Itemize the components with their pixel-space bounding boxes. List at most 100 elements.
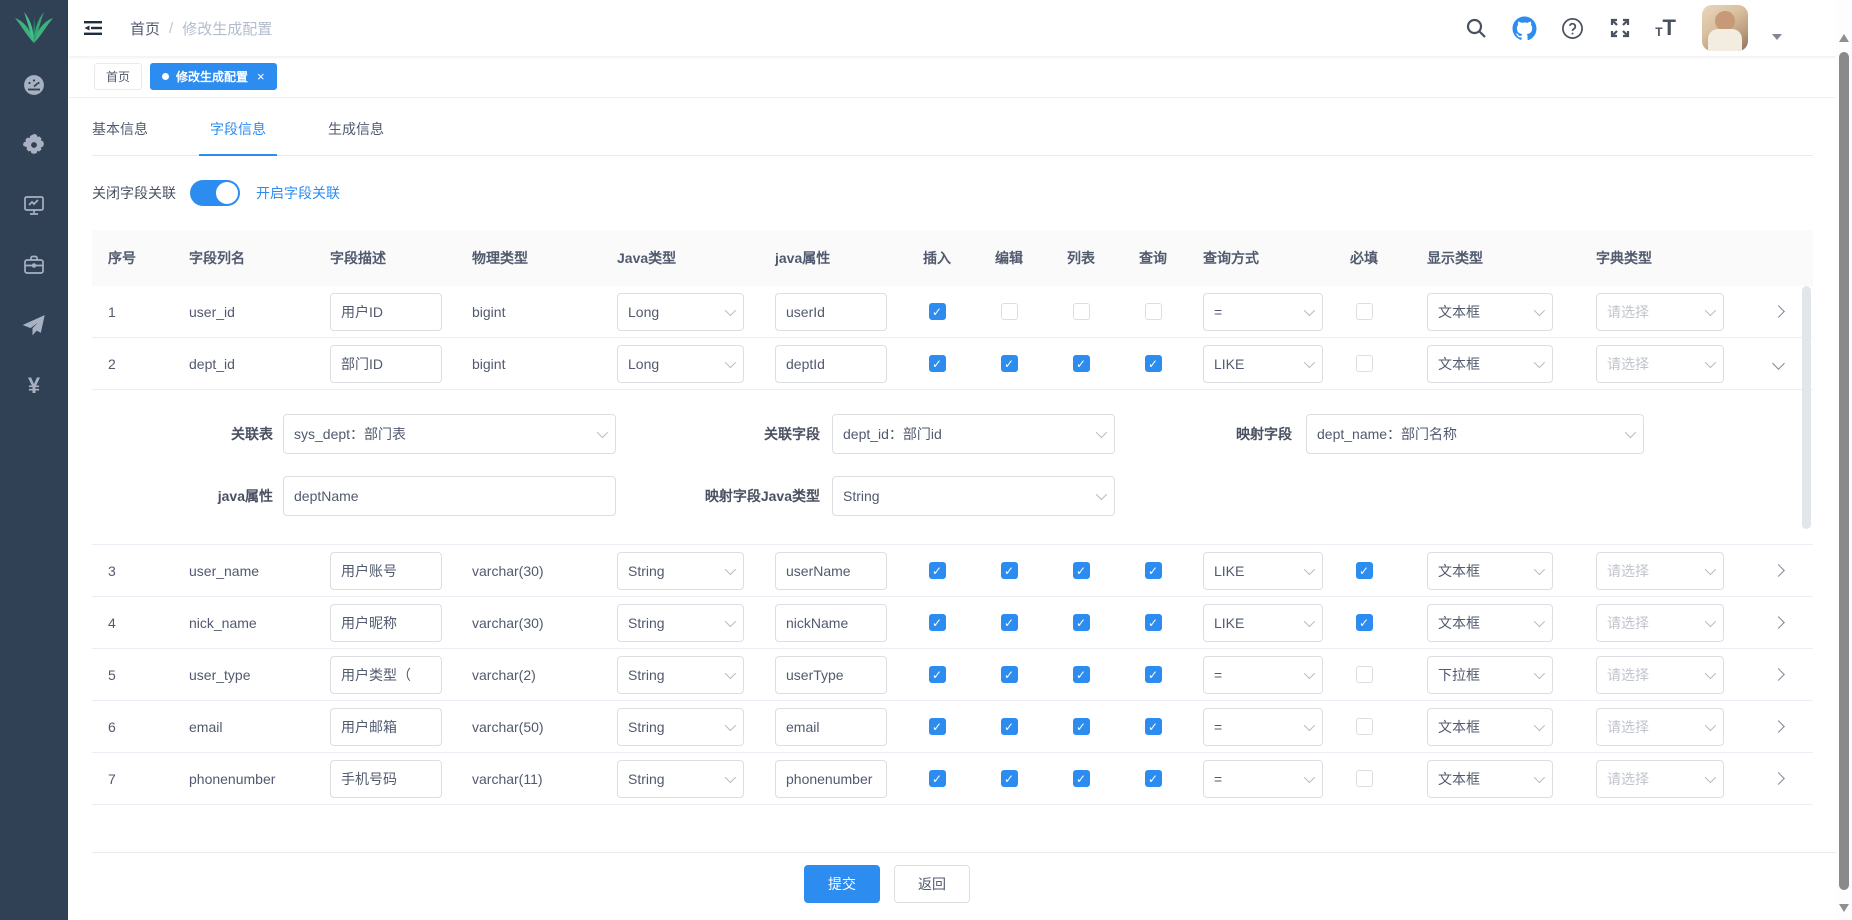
font-size-icon[interactable]: TT (1655, 18, 1676, 38)
tag-close-icon[interactable]: × (257, 69, 265, 84)
required-checkbox[interactable] (1356, 718, 1373, 735)
java-type-select[interactable]: String (617, 656, 744, 694)
tab-basic-info[interactable]: 基本信息 (92, 119, 148, 155)
dict-type-select[interactable]: 请选择 (1596, 345, 1724, 383)
sidebar-item-dashboard[interactable] (0, 64, 68, 108)
list-checkbox[interactable] (1073, 770, 1090, 787)
scroll-down-icon[interactable] (1839, 904, 1849, 912)
github-icon[interactable] (1511, 15, 1537, 41)
description-input[interactable] (330, 708, 442, 746)
edit-checkbox[interactable] (1001, 666, 1018, 683)
insert-checkbox[interactable] (929, 614, 946, 631)
java-attr-input[interactable] (775, 552, 887, 590)
dict-type-select[interactable]: 请选择 (1596, 760, 1724, 798)
edit-checkbox[interactable] (1001, 562, 1018, 579)
required-checkbox[interactable] (1356, 770, 1373, 787)
insert-checkbox[interactable] (929, 718, 946, 735)
required-checkbox[interactable] (1356, 355, 1373, 372)
display-type-select[interactable]: 文本框 (1427, 293, 1553, 331)
breadcrumb-home[interactable]: 首页 (130, 18, 160, 39)
dict-type-select[interactable]: 请选择 (1596, 604, 1724, 642)
display-type-select[interactable]: 文本框 (1427, 604, 1553, 642)
fullscreen-icon[interactable] (1607, 15, 1633, 41)
display-type-select[interactable]: 文本框 (1427, 708, 1553, 746)
java-type-select[interactable]: String (617, 708, 744, 746)
chevron-right-icon[interactable] (1772, 564, 1785, 577)
list-checkbox[interactable] (1073, 562, 1090, 579)
java-attr-input[interactable] (775, 708, 887, 746)
edit-checkbox[interactable] (1001, 614, 1018, 631)
page-scrollbar[interactable] (1836, 0, 1852, 920)
query-mode-select[interactable]: = (1203, 293, 1323, 331)
submit-button[interactable]: 提交 (804, 865, 880, 903)
chevron-right-icon[interactable] (1772, 772, 1785, 785)
avatar[interactable] (1702, 5, 1748, 51)
required-checkbox[interactable] (1356, 666, 1373, 683)
java-attr-input[interactable] (775, 760, 887, 798)
display-type-select[interactable]: 文本框 (1427, 760, 1553, 798)
query-checkbox[interactable] (1145, 614, 1162, 631)
tag-active-gen-config[interactable]: 修改生成配置 × (150, 63, 277, 90)
tab-gen-info[interactable]: 生成信息 (328, 119, 384, 155)
back-button[interactable]: 返回 (894, 865, 970, 903)
association-switch[interactable] (190, 180, 240, 206)
insert-checkbox[interactable] (929, 355, 946, 372)
query-mode-select[interactable]: LIKE (1203, 552, 1323, 590)
query-checkbox[interactable] (1145, 562, 1162, 579)
java-attr-input[interactable] (775, 293, 887, 331)
query-mode-select[interactable]: = (1203, 760, 1323, 798)
query-checkbox[interactable] (1145, 718, 1162, 735)
sidebar-item-tool[interactable] (0, 244, 68, 288)
tag-home[interactable]: 首页 (94, 63, 142, 90)
display-type-select[interactable]: 下拉框 (1427, 656, 1553, 694)
insert-checkbox[interactable] (929, 303, 946, 320)
map-field-select[interactable]: dept_name：部门名称 (1306, 414, 1644, 454)
scrollbar-thumb[interactable] (1839, 52, 1849, 890)
edit-checkbox[interactable] (1001, 718, 1018, 735)
sidebar-item-system[interactable] (0, 124, 68, 168)
chevron-right-icon[interactable] (1772, 305, 1785, 318)
edit-checkbox[interactable] (1001, 355, 1018, 372)
list-checkbox[interactable] (1073, 666, 1090, 683)
insert-checkbox[interactable] (929, 770, 946, 787)
dict-type-select[interactable]: 请选择 (1596, 293, 1724, 331)
required-checkbox[interactable] (1356, 614, 1373, 631)
list-checkbox[interactable] (1073, 718, 1090, 735)
description-input[interactable] (330, 604, 442, 642)
query-checkbox[interactable] (1145, 770, 1162, 787)
dict-type-select[interactable]: 请选择 (1596, 708, 1724, 746)
search-icon[interactable] (1463, 15, 1489, 41)
query-mode-select[interactable]: LIKE (1203, 604, 1323, 642)
help-icon[interactable] (1559, 15, 1585, 41)
list-checkbox[interactable] (1073, 355, 1090, 372)
java-attr-input[interactable] (775, 656, 887, 694)
required-checkbox[interactable] (1356, 303, 1373, 320)
java-attr-input[interactable] (283, 476, 616, 516)
chevron-right-icon[interactable] (1772, 616, 1785, 629)
query-mode-select[interactable]: = (1203, 708, 1323, 746)
list-checkbox[interactable] (1073, 614, 1090, 631)
description-input[interactable] (330, 293, 442, 331)
description-input[interactable] (330, 656, 442, 694)
java-type-select[interactable]: Long (617, 345, 744, 383)
java-type-select[interactable]: String (617, 552, 744, 590)
java-attr-input[interactable] (775, 345, 887, 383)
chevron-right-icon[interactable] (1772, 720, 1785, 733)
java-type-select[interactable]: String (617, 604, 744, 642)
description-input[interactable] (330, 760, 442, 798)
required-checkbox[interactable] (1356, 562, 1373, 579)
list-checkbox[interactable] (1073, 303, 1090, 320)
java-type-select[interactable]: Long (617, 293, 744, 331)
dict-type-select[interactable]: 请选择 (1596, 656, 1724, 694)
query-mode-select[interactable]: = (1203, 656, 1323, 694)
description-input[interactable] (330, 345, 442, 383)
caret-down-icon[interactable] (1772, 34, 1782, 40)
insert-checkbox[interactable] (929, 562, 946, 579)
description-input[interactable] (330, 552, 442, 590)
sidebar-item-monitor[interactable] (0, 184, 68, 228)
sidebar-item-pay[interactable]: ¥ (0, 364, 68, 408)
java-type-select[interactable]: String (617, 760, 744, 798)
logo-icon[interactable] (12, 8, 56, 48)
query-checkbox[interactable] (1145, 303, 1162, 320)
sidebar-collapse-icon[interactable] (82, 17, 104, 39)
